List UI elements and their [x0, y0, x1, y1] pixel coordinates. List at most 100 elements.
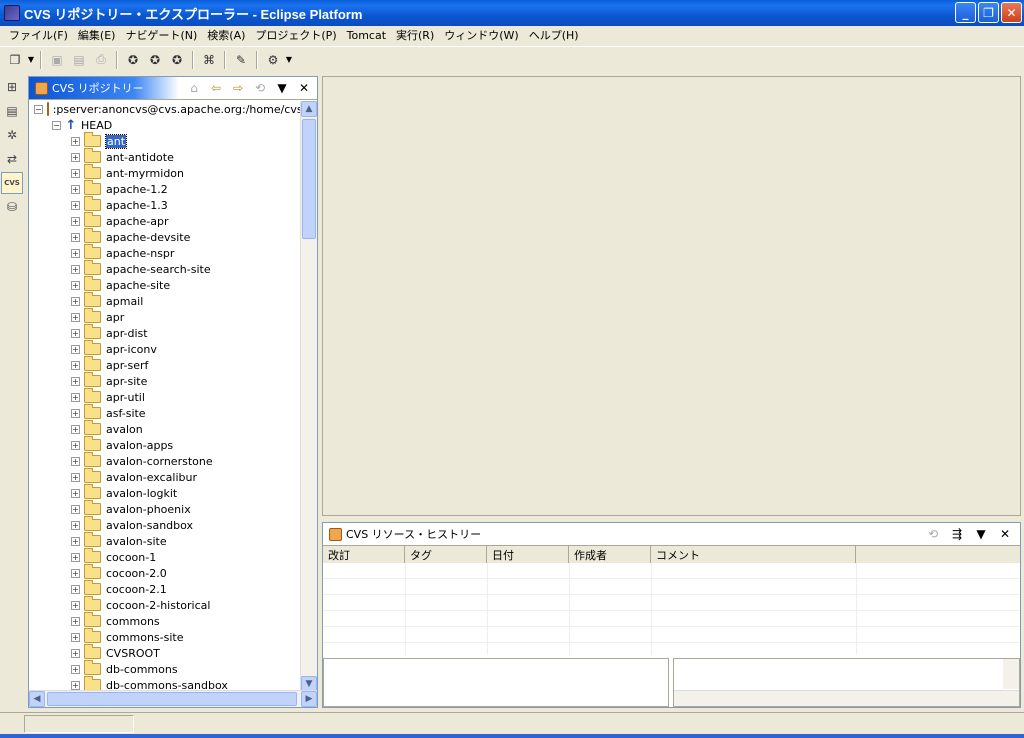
tree-row-module[interactable]: + apr — [29, 308, 301, 325]
menu-edit[interactable]: 編集(E) — [73, 27, 121, 43]
expand-icon[interactable]: + — [71, 632, 80, 642]
tree-row-module[interactable]: + apache-site — [29, 276, 301, 293]
tree-row-module[interactable]: + avalon-phoenix — [29, 500, 301, 517]
menu-window[interactable]: ウィンドウ(W) — [439, 27, 523, 43]
tree-row-module[interactable]: + avalon-apps — [29, 436, 301, 453]
expand-icon[interactable]: + — [71, 184, 80, 194]
resource-perspective-icon[interactable]: ▤ — [1, 100, 23, 122]
expand-icon[interactable]: + — [71, 376, 80, 386]
tree-row-repository[interactable]: − :pserver:anoncvs@cvs.apache.org:/home/… — [29, 101, 301, 117]
expand-icon[interactable]: + — [71, 168, 80, 178]
tree-row-module[interactable]: + db-commons — [29, 660, 301, 677]
tree-row-module[interactable]: + cocoon-2.0 — [29, 564, 301, 581]
column-comment[interactable]: コメント — [651, 546, 856, 563]
save-all-icon[interactable]: ▤ — [68, 50, 90, 70]
expand-icon[interactable]: + — [71, 440, 80, 450]
tree-row-module[interactable]: + ant-antidote — [29, 148, 301, 165]
expand-icon[interactable]: + — [71, 264, 80, 274]
expand-icon[interactable]: + — [71, 664, 80, 674]
view-menu-icon[interactable]: ▼ — [972, 526, 990, 542]
tree-row-module[interactable]: + avalon-sandbox — [29, 516, 301, 533]
comment-horizontal-scrollbar[interactable] — [674, 690, 1019, 706]
close-button[interactable]: ✕ — [1001, 2, 1022, 23]
expand-icon[interactable]: + — [71, 360, 80, 370]
expand-icon[interactable]: + — [71, 472, 80, 482]
collapse-icon[interactable]: − — [34, 104, 43, 114]
expand-icon[interactable]: + — [71, 680, 80, 690]
tree-row-module[interactable]: + apmail — [29, 292, 301, 309]
run-dropdown-icon[interactable]: ▼ — [284, 55, 294, 64]
menu-tomcat[interactable]: Tomcat — [342, 29, 391, 42]
expand-icon[interactable]: + — [71, 584, 80, 594]
tree-row-module[interactable]: + avalon-cornerstone — [29, 452, 301, 469]
new-wizard-icon[interactable]: ❐ — [4, 50, 26, 70]
tree-row-module[interactable]: + apr-serf — [29, 356, 301, 373]
expand-icon[interactable]: + — [71, 408, 80, 418]
menu-project[interactable]: プロジェクト(P) — [250, 27, 341, 43]
tree-row-module[interactable]: + ant-myrmidon — [29, 164, 301, 181]
tab-cvs-repositories[interactable]: CVS リポジトリー — [29, 77, 179, 99]
expand-icon[interactable]: + — [71, 200, 80, 210]
expand-icon[interactable]: + — [71, 248, 80, 258]
expand-icon[interactable]: + — [71, 344, 80, 354]
tree-row-module[interactable]: + apache-1.3 — [29, 196, 301, 213]
scroll-left-icon[interactable]: ◀ — [29, 691, 45, 707]
tree-row-module[interactable]: + apr-iconv — [29, 340, 301, 357]
tree-row-module[interactable]: + avalon-logkit — [29, 484, 301, 501]
refresh-icon[interactable]: ⟲ — [924, 526, 942, 542]
back-icon[interactable]: ⇦ — [207, 80, 225, 96]
pin-icon[interactable]: ✎ — [230, 50, 252, 70]
expand-icon[interactable]: + — [71, 216, 80, 226]
tree-row-module[interactable]: + apr-util — [29, 388, 301, 405]
tomcat-start-icon[interactable]: ✪ — [122, 50, 144, 70]
tree-row-module[interactable]: + apache-search-site — [29, 260, 301, 277]
menu-run[interactable]: 実行(R) — [391, 27, 439, 43]
tree-row-module[interactable]: + avalon-site — [29, 532, 301, 549]
tree-row-module[interactable]: + commons — [29, 612, 301, 629]
menu-search[interactable]: 検索(A) — [202, 27, 250, 43]
expand-icon[interactable]: + — [71, 392, 80, 402]
expand-icon[interactable]: + — [71, 504, 80, 514]
tomcat-restart-icon[interactable]: ✪ — [166, 50, 188, 70]
column-revision[interactable]: 改訂 — [323, 546, 405, 563]
menu-help[interactable]: ヘルプ(H) — [524, 27, 584, 43]
view-menu-icon[interactable]: ▼ — [273, 80, 291, 96]
expand-icon[interactable]: + — [71, 488, 80, 498]
expand-icon[interactable]: + — [71, 648, 80, 658]
cvs-icon[interactable]: ⌘ — [198, 50, 220, 70]
debug-perspective-icon[interactable]: ✲ — [1, 124, 23, 146]
forward-icon[interactable]: ⇨ — [229, 80, 247, 96]
menu-file[interactable]: ファイル(F) — [4, 27, 73, 43]
comment-pane[interactable] — [673, 658, 1020, 707]
expand-icon[interactable]: + — [71, 280, 80, 290]
column-date[interactable]: 日付 — [487, 546, 569, 563]
vertical-scrollbar[interactable]: ▲ ▼ — [300, 101, 317, 692]
expand-icon[interactable]: + — [71, 328, 80, 338]
run-icon[interactable]: ⚙ — [262, 50, 284, 70]
tree-row-module[interactable]: + cocoon-1 — [29, 548, 301, 565]
tree-row-module[interactable]: + apr-dist — [29, 324, 301, 341]
close-view-icon[interactable]: ✕ — [996, 526, 1014, 542]
expand-icon[interactable]: + — [71, 616, 80, 626]
link-with-editor-icon[interactable]: ⇶ — [948, 526, 966, 542]
new-dropdown-icon[interactable]: ▼ — [26, 55, 36, 64]
tree-row-head[interactable]: − ↑ HEAD — [29, 117, 301, 133]
tree-row-module[interactable]: + avalon — [29, 420, 301, 437]
horizontal-scrollbar[interactable]: ◀ ▶ — [29, 690, 317, 707]
expand-icon[interactable]: + — [71, 552, 80, 562]
scroll-thumb[interactable] — [302, 119, 316, 239]
collapse-icon[interactable]: − — [52, 120, 61, 130]
tree-row-module[interactable]: + apache-apr — [29, 212, 301, 229]
expand-icon[interactable]: + — [71, 296, 80, 306]
expand-icon[interactable]: + — [71, 520, 80, 530]
expand-icon[interactable]: + — [71, 136, 80, 146]
expand-icon[interactable]: + — [71, 232, 80, 242]
expand-icon[interactable]: + — [71, 536, 80, 546]
close-view-icon[interactable]: ✕ — [295, 80, 313, 96]
column-tags[interactable]: タグ — [405, 546, 487, 563]
tree-row-module[interactable]: + cocoon-2.1 — [29, 580, 301, 597]
tree-row-module[interactable]: + apache-nspr — [29, 244, 301, 261]
tomcat-stop-icon[interactable]: ✪ — [144, 50, 166, 70]
open-perspective-icon[interactable]: ⊞ — [1, 76, 23, 98]
team-perspective-icon[interactable]: ⛁ — [1, 196, 23, 218]
